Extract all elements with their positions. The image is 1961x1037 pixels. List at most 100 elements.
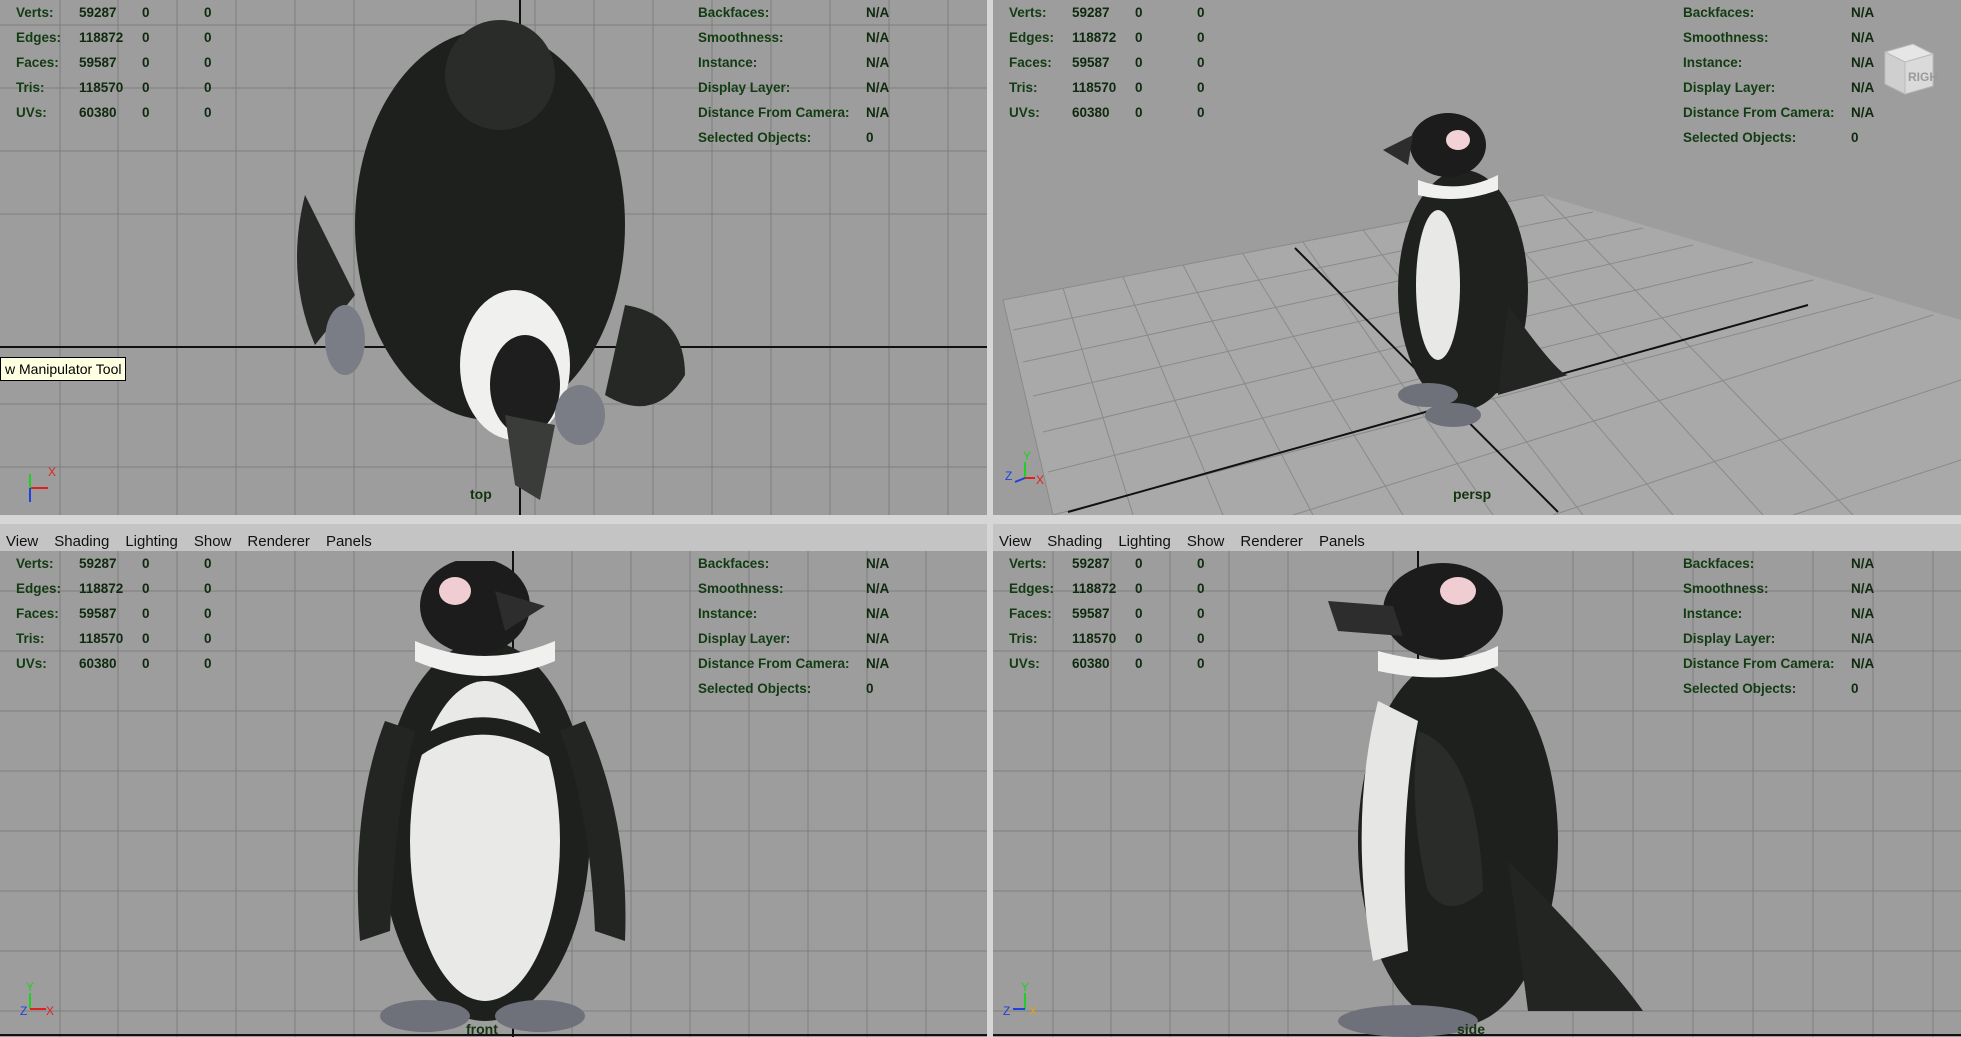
axis-gizmo-top: X — [29, 465, 56, 502]
hud-value: 60380 — [1072, 105, 1110, 120]
hud-value: 0 — [142, 656, 150, 671]
viewport-persp[interactable]: Verts: 59287 0 0 Edges: 118872 0 0 Faces: 59587… — [993, 0, 1961, 515]
hud-label: Edges: — [16, 581, 62, 596]
penguin-model-top[interactable] — [285, 15, 705, 505]
hud-label: Display Layer: — [1683, 631, 1776, 646]
hud-value: 0 — [204, 80, 212, 95]
hud-label: Backfaces: — [698, 556, 770, 571]
hud-label: Selected Objects: — [698, 130, 812, 145]
hud-value: 0 — [1135, 80, 1143, 95]
hud-value: 0 — [204, 631, 212, 646]
hud-value: 118570 — [79, 80, 124, 95]
hud-value: N/A — [866, 631, 890, 646]
poly-count-hud: Verts: 59287 0 0 Edges: 118872 0 0 Faces: 59587… — [16, 551, 246, 676]
object-info-hud: Backfaces: N/A Smoothness: N/A Instance: N/… — [1683, 551, 1913, 701]
penguin-model-side[interactable] — [1308, 561, 1663, 1037]
axis-gizmo-side: Y Z X — [1003, 980, 1037, 1018]
hud-value: N/A — [866, 606, 890, 621]
menu-panels[interactable]: Panels — [318, 533, 380, 550]
menu-show[interactable]: Show — [186, 533, 240, 550]
hud-label: Verts: — [1009, 556, 1047, 571]
menu-view[interactable]: View — [993, 533, 1039, 550]
hud-label: Instance: — [1683, 606, 1743, 621]
hud-label: Tris: — [1009, 80, 1038, 95]
hud-value: 0 — [1851, 130, 1859, 145]
menu-lighting[interactable]: Lighting — [1110, 533, 1179, 550]
menu-lighting[interactable]: Lighting — [117, 533, 186, 550]
axis-z-label: Z — [1003, 1004, 1010, 1018]
hud-value: 0 — [1135, 556, 1143, 571]
object-info-hud: Backfaces: N/A Smoothness: N/A Instance: N/… — [698, 0, 928, 150]
hud-value: 0 — [204, 30, 212, 45]
hud-value: 0 — [1135, 105, 1143, 120]
hud-value: 0 — [1135, 30, 1143, 45]
axis-gizmo-persp: Y X Z — [1005, 449, 1044, 487]
hud-value: 0 — [142, 55, 150, 70]
hud-value: 59287 — [79, 5, 117, 20]
hud-label: Distance From Camera: — [698, 656, 850, 671]
hud-label: UVs: — [1009, 656, 1040, 671]
hud-label: Tris: — [16, 631, 45, 646]
hud-value: 0 — [142, 30, 150, 45]
hud-value: 118872 — [1072, 30, 1117, 45]
hud-label: Display Layer: — [698, 631, 791, 646]
hud-label: Display Layer: — [698, 80, 791, 95]
hud-value: 59287 — [1072, 5, 1110, 20]
menu-renderer[interactable]: Renderer — [1232, 533, 1311, 550]
axis-x-label: X — [48, 465, 56, 479]
menu-panels[interactable]: Panels — [1311, 533, 1373, 550]
hud-label: Smoothness: — [698, 30, 784, 45]
hud-label: Instance: — [698, 606, 758, 621]
hud-label: Display Layer: — [1683, 80, 1776, 95]
hud-value: N/A — [1851, 631, 1875, 646]
hud-label: UVs: — [1009, 105, 1040, 120]
hud-value: 0 — [204, 656, 212, 671]
hud-label: Tris: — [16, 80, 45, 95]
poly-count-hud: Verts: 59287 0 0 Edges: 118872 0 0 Faces: 59587… — [1009, 0, 1239, 125]
viewport-front[interactable]: Verts: 59287 0 0 Edges: 118872 0 0 Faces: 59587… — [0, 551, 987, 1037]
hud-value: 0 — [1197, 105, 1205, 120]
hud-value: 59587 — [79, 55, 117, 70]
hud-value: 0 — [204, 105, 212, 120]
hud-value: 59287 — [79, 556, 117, 571]
hud-value: 59287 — [1072, 556, 1110, 571]
hud-label: Smoothness: — [1683, 581, 1769, 596]
menu-shading[interactable]: Shading — [46, 533, 117, 550]
menu-renderer[interactable]: Renderer — [239, 533, 318, 550]
hud-value: 60380 — [1072, 656, 1110, 671]
menu-view[interactable]: View — [0, 533, 46, 550]
viewport-divider-horizontal[interactable] — [0, 515, 1961, 524]
hud-value: 59587 — [79, 606, 117, 621]
hud-value: 0 — [1135, 656, 1143, 671]
viewport-side[interactable]: Verts: 59287 0 0 Edges: 118872 0 0 Faces: 59587… — [993, 551, 1961, 1037]
hud-value: 0 — [1135, 606, 1143, 621]
hud-value: 0 — [204, 556, 212, 571]
camera-label: side — [1457, 1021, 1486, 1037]
hud-label: Backfaces: — [698, 5, 770, 20]
hud-label: Backfaces: — [1683, 556, 1755, 571]
hud-value: 0 — [1851, 681, 1859, 696]
hud-value: N/A — [866, 30, 890, 45]
camera-label: top — [470, 486, 492, 502]
hud-value: 0 — [204, 581, 212, 596]
hud-value: 0 — [1197, 55, 1205, 70]
menu-shading[interactable]: Shading — [1039, 533, 1110, 550]
penguin-model-persp[interactable] — [1378, 105, 1578, 435]
hud-value: 0 — [204, 606, 212, 621]
axis-x-label: X — [46, 1004, 54, 1018]
tool-tooltip: w Manipulator Tool — [0, 357, 127, 381]
hud-label: Distance From Camera: — [698, 105, 850, 120]
menu-show[interactable]: Show — [1179, 533, 1233, 550]
view-cube[interactable]: RIGHT — [1875, 38, 1939, 102]
viewport-top[interactable]: Verts: 59287 0 0 Edges: 118872 0 0 Faces: 59587… — [0, 0, 987, 515]
hud-value: N/A — [1851, 105, 1875, 120]
hud-label: Selected Objects: — [1683, 681, 1797, 696]
hud-value: 60380 — [79, 105, 117, 120]
axis-y-label: Y — [1021, 980, 1029, 994]
hud-value: N/A — [1851, 30, 1875, 45]
hud-value: 0 — [142, 631, 150, 646]
hud-label: Selected Objects: — [1683, 130, 1797, 145]
penguin-model-front[interactable] — [345, 561, 635, 1037]
axis-y-label: Y — [26, 980, 34, 994]
axis-y-label: Y — [1023, 449, 1031, 463]
